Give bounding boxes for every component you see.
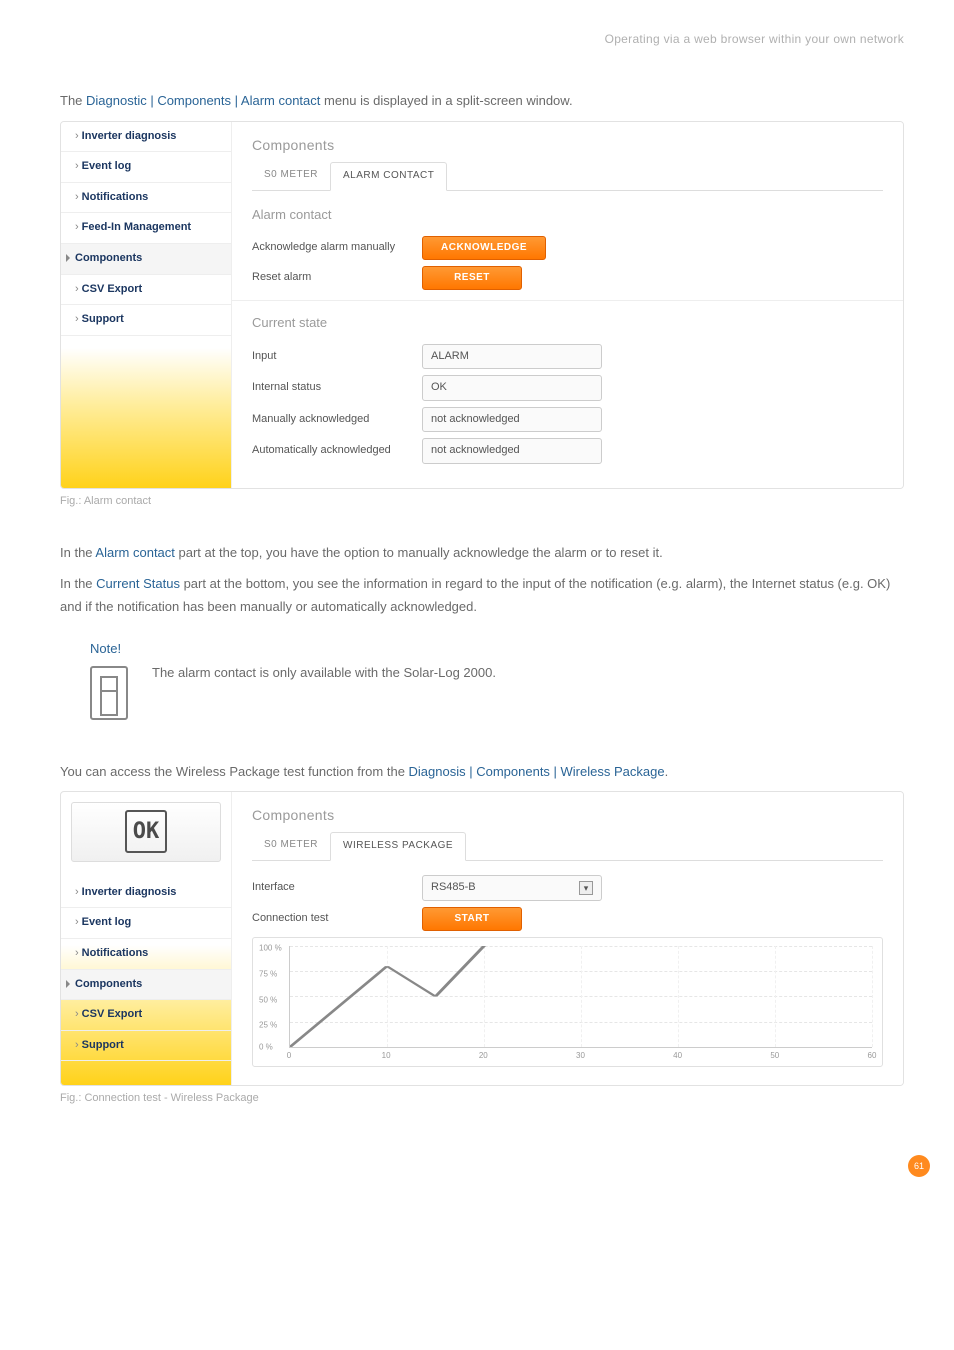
label-ack-manual: Acknowledge alarm manually [252, 239, 422, 257]
section-alarm-contact: Alarm contact [252, 205, 883, 226]
note-left: Note! [90, 639, 128, 720]
page-header: Operating via a web browser within your … [60, 30, 904, 49]
tab-s0meter[interactable]: S0 METER [252, 162, 330, 190]
page-number: 61 [908, 1155, 930, 1177]
para3-pre: You can access the Wireless Package test… [60, 764, 409, 779]
label-internal-status: Internal status [252, 379, 422, 397]
tab-alarmcontact[interactable]: ALARM CONTACT [330, 162, 447, 191]
intro1-blue: Diagnostic | Components | Alarm contact [86, 93, 320, 108]
tabs: S0 METER ALARM CONTACT [252, 162, 883, 191]
sidebar-item-notifications[interactable]: Notifications [61, 183, 231, 214]
label-auto-ack: Automatically acknowledged [252, 442, 422, 460]
para3-post: . [665, 764, 669, 779]
xtick-40: 40 [673, 1050, 682, 1063]
dropdown-arrow-icon: ▾ [579, 881, 593, 895]
para1-blue: Alarm contact [95, 545, 174, 560]
xtick-30: 30 [576, 1050, 585, 1063]
divider [232, 300, 903, 301]
label-manual-ack: Manually acknowledged [252, 411, 422, 429]
connection-chart: 100 % 75 % 50 % 25 % 0 % 0 10 20 30 40 5… [252, 937, 883, 1067]
note-text: The alarm contact is only available with… [152, 661, 496, 684]
sidebar-item-inverter[interactable]: Inverter diagnosis [61, 122, 231, 153]
para-3: You can access the Wireless Package test… [60, 760, 904, 783]
sidebar-item-components[interactable]: Components [61, 244, 231, 275]
sidebar2-item-inverter[interactable]: Inverter diagnosis [61, 878, 231, 909]
para2-blue: Current Status [96, 576, 180, 591]
sidebar2-item-csvexport[interactable]: CSV Export [61, 1000, 231, 1031]
sidebar-item-support[interactable]: Support [61, 305, 231, 336]
para-1: In the Alarm contact part at the top, yo… [60, 541, 904, 564]
ytick-100: 100 % [259, 943, 282, 956]
para2-pre: In the [60, 576, 96, 591]
screenshot-panel-alarm: Inverter diagnosis Event log Notificatio… [60, 121, 904, 489]
tab2-s0meter[interactable]: S0 METER [252, 832, 330, 860]
section-current-state: Current state [252, 313, 883, 334]
acknowledge-button[interactable]: ACKNOWLEDGE [422, 236, 546, 260]
para3-blue: Diagnosis | Components | Wireless Packag… [409, 764, 665, 779]
intro1-pre: The [60, 93, 86, 108]
chart-grid [289, 946, 872, 1048]
logo-box: OK [71, 802, 221, 862]
label-reset: Reset alarm [252, 269, 422, 287]
ytick-50: 50 % [259, 994, 277, 1007]
xtick-60: 60 [868, 1050, 877, 1063]
intro-text-1: The Diagnostic | Components | Alarm cont… [60, 89, 904, 112]
ok-icon: OK [125, 810, 168, 853]
caption-wireless: Fig.: Connection test - Wireless Package [60, 1090, 904, 1108]
note-block: Note! The alarm contact is only availabl… [90, 639, 904, 720]
start-button[interactable]: START [422, 907, 522, 931]
para1-post: part at the top, you have the option to … [175, 545, 663, 560]
interface-value: RS485-B [431, 879, 476, 897]
logo-area: OK [61, 792, 231, 878]
reset-button[interactable]: RESET [422, 266, 522, 290]
sidebar2-item-components[interactable]: Components [61, 970, 231, 1001]
para-2: In the Current Status part at the bottom… [60, 572, 904, 619]
value-manual-ack: not acknowledged [422, 407, 602, 433]
main-title: Components [252, 134, 883, 156]
sidebar2-item-eventlog[interactable]: Event log [61, 908, 231, 939]
ytick-25: 25 % [259, 1020, 277, 1033]
sidebar-gradient [61, 348, 231, 488]
xtick-50: 50 [770, 1050, 779, 1063]
main-area-wireless: Components S0 METER WIRELESS PACKAGE Int… [231, 792, 903, 1085]
note-icon [90, 666, 128, 720]
screenshot-panel-wireless: OK Inverter diagnosis Event log Notifica… [60, 791, 904, 1086]
label-interface: Interface [252, 879, 422, 897]
sidebar2-item-support[interactable]: Support [61, 1031, 231, 1062]
chart-line [290, 946, 872, 1047]
tabs-2: S0 METER WIRELESS PACKAGE [252, 832, 883, 861]
value-internal-status: OK [422, 375, 602, 401]
ytick-75: 75 % [259, 969, 277, 982]
para1-pre: In the [60, 545, 95, 560]
value-input: ALARM [422, 344, 602, 370]
main-area-alarm: Components S0 METER ALARM CONTACT Alarm … [231, 122, 903, 488]
xtick-0: 0 [287, 1050, 291, 1063]
xtick-20: 20 [479, 1050, 488, 1063]
sidebar-2: Inverter diagnosis Event log Notificatio… [61, 878, 231, 1085]
intro1-post: menu is displayed in a split-screen wind… [320, 93, 572, 108]
sidebar: Inverter diagnosis Event log Notificatio… [61, 122, 231, 488]
label-input: Input [252, 348, 422, 366]
sidebar-item-eventlog[interactable]: Event log [61, 152, 231, 183]
tab2-wireless[interactable]: WIRELESS PACKAGE [330, 832, 466, 861]
xtick-10: 10 [382, 1050, 391, 1063]
sidebar-item-csvexport[interactable]: CSV Export [61, 275, 231, 306]
ytick-0: 0 % [259, 1042, 273, 1055]
sidebar2-item-notifications[interactable]: Notifications [61, 939, 231, 970]
sidebar-item-feedin[interactable]: Feed-In Management [61, 213, 231, 244]
para2-post: part at the bottom, you see the informat… [60, 576, 890, 614]
note-title: Note! [90, 639, 128, 660]
value-auto-ack: not acknowledged [422, 438, 602, 464]
caption-alarm: Fig.: Alarm contact [60, 493, 904, 511]
main-title-2: Components [252, 804, 883, 826]
interface-select[interactable]: RS485-B ▾ [422, 875, 602, 901]
label-connection-test: Connection test [252, 910, 422, 928]
